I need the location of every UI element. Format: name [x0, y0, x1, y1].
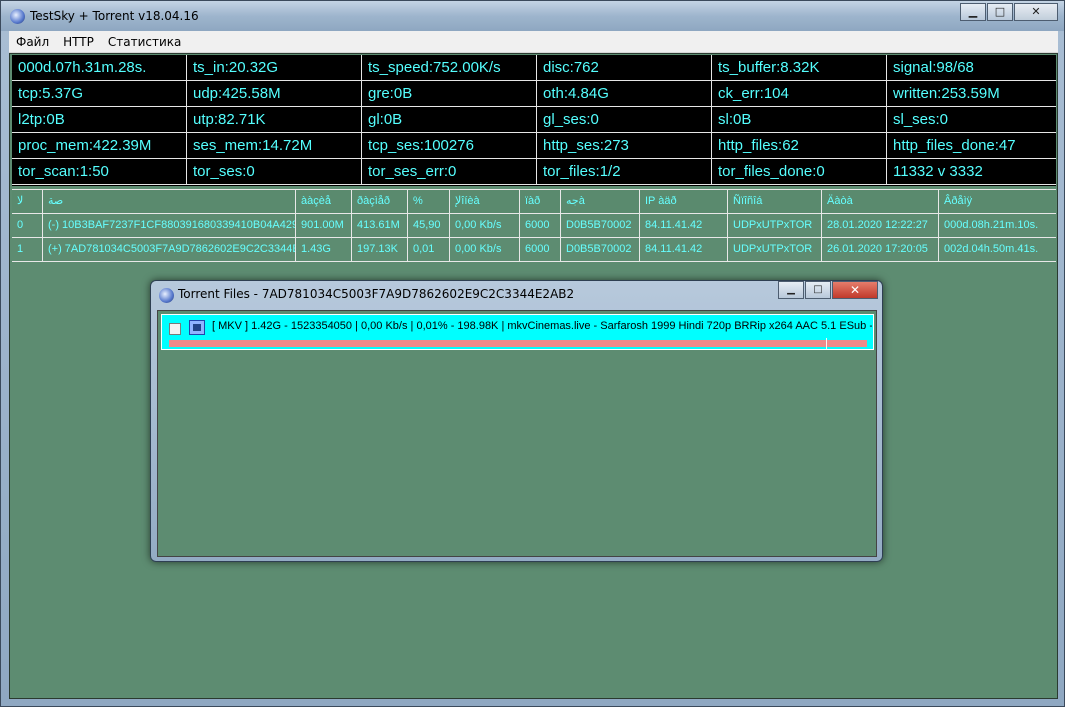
torrent-table: لا صة ààçèå ðàçìåð % لإîíèà ïàð جهà IP à…: [12, 189, 1056, 262]
stat-tor-ses-err: tor_ses_err:0: [362, 159, 537, 185]
stat-http-files: http_files:62: [712, 133, 887, 159]
stat-ts-in: ts_in:20.32G: [187, 55, 362, 81]
table-cell: 0: [12, 214, 43, 238]
stat-ts-buffer: ts_buffer:8.32K: [712, 55, 887, 81]
table-cell: 197.13K: [352, 238, 408, 262]
column-header[interactable]: %: [408, 190, 450, 213]
close-button[interactable]: ✕: [1014, 3, 1058, 21]
stat-tor-files: tor_files:1/2: [537, 159, 712, 185]
menu-http[interactable]: HTTP: [56, 35, 101, 49]
dialog-window-controls: ▁ □ ✕: [777, 281, 878, 299]
stat-gl-ses: gl_ses:0: [537, 107, 712, 133]
column-header[interactable]: صة: [43, 190, 296, 213]
stat-uptime: 000d.07h.31m.28s.: [12, 55, 187, 81]
file-description: [ MKV ] 1.42G - 1523354050 | 0,00 Kb/s |…: [212, 320, 872, 332]
stat-tcp: tcp:5.37G: [12, 81, 187, 107]
window-title: TestSky + Torrent v18.04.16: [30, 9, 199, 23]
stat-gl: gl:0B: [362, 107, 537, 133]
table-cell: 413.61M: [352, 214, 408, 238]
stat-ses-mem: ses_mem:14.72M: [187, 133, 362, 159]
table-cell: 1: [12, 238, 43, 262]
title-bar[interactable]: TestSky + Torrent v18.04.16 ▁ □ ✕: [1, 1, 1064, 31]
video-file-icon: [189, 320, 205, 335]
table-cell: UDPxUTPxTOR: [728, 214, 822, 238]
table-cell: 002d.04h.50m.41s.: [939, 238, 1056, 262]
column-header[interactable]: ðàçìåð: [352, 190, 408, 213]
maximize-button[interactable]: □: [987, 3, 1013, 21]
table-cell: 000d.08h.21m.10s.: [939, 214, 1056, 238]
column-header[interactable]: لا: [12, 190, 43, 213]
dialog-maximize-button[interactable]: □: [805, 281, 831, 299]
table-cell: 28.01.2020 12:22:27: [822, 214, 939, 238]
window-controls: ▁ □ ✕: [959, 3, 1058, 21]
stat-oth: oth:4.84G: [537, 81, 712, 107]
stat-http-files-done: http_files_done:47: [887, 133, 1056, 159]
file-progress-bar: [169, 340, 867, 347]
stat-l2tp: l2tp:0B: [12, 107, 187, 133]
column-header[interactable]: لإîíèà: [450, 190, 520, 213]
table-header: لا صة ààçèå ðàçìåð % لإîíèà ïàð جهà IP à…: [12, 189, 1056, 214]
stat-tor-scan: tor_scan:1:50: [12, 159, 187, 185]
table-cell: 45,90: [408, 214, 450, 238]
dialog-title[interactable]: Torrent Files - 7AD781034C5003F7A9D78626…: [178, 287, 574, 301]
menu-bar: Файл HTTP Статистика: [9, 31, 1058, 53]
table-cell: (+) 7AD781034C5003F7A9D7862602E9C2C3344E…: [43, 238, 296, 262]
file-list: [ MKV ] 1.42G - 1523354050 | 0,00 Kb/s |…: [157, 310, 877, 557]
stats-grid: 000d.07h.31m.28s. ts_in:20.32G ts_speed:…: [12, 55, 1056, 186]
stat-sl: sl:0B: [712, 107, 887, 133]
column-header[interactable]: Ñïîñîá: [728, 190, 822, 213]
stat-sl-ses: sl_ses:0: [887, 107, 1056, 133]
file-list-item[interactable]: [ MKV ] 1.42G - 1523354050 | 0,00 Kb/s |…: [161, 314, 874, 350]
table-cell: 1.43G: [296, 238, 352, 262]
torrent-files-dialog: Torrent Files - 7AD781034C5003F7A9D78626…: [150, 280, 883, 562]
stat-utp: utp:82.71K: [187, 107, 362, 133]
table-cell: 84.11.41.42: [640, 214, 728, 238]
table-cell: UDPxUTPxTOR: [728, 238, 822, 262]
table-cell: 84.11.41.42: [640, 238, 728, 262]
table-row[interactable]: 0 (-) 10B3BAF7237F1CF880391680339410B04A…: [12, 214, 1056, 238]
stat-udp: udp:425.58M: [187, 81, 362, 107]
stat-signal: signal:98/68: [887, 55, 1056, 81]
dialog-close-button[interactable]: ✕: [832, 281, 878, 299]
table-cell: D0B5B70002: [561, 214, 640, 238]
stat-http-ses: http_ses:273: [537, 133, 712, 159]
progress-marker: [826, 338, 827, 349]
minimize-button[interactable]: ▁: [960, 3, 986, 21]
column-header[interactable]: جهà: [561, 190, 640, 213]
app-icon: [159, 288, 174, 303]
table-row[interactable]: 1 (+) 7AD781034C5003F7A9D7862602E9C2C334…: [12, 238, 1056, 262]
column-header[interactable]: Âðåìÿ: [939, 190, 1056, 213]
app-icon: [10, 9, 25, 24]
stat-written: written:253.59M: [887, 81, 1056, 107]
stat-proc-mem: proc_mem:422.39M: [12, 133, 187, 159]
column-header[interactable]: Äàòà: [822, 190, 939, 213]
table-cell: D0B5B70002: [561, 238, 640, 262]
table-cell: 6000: [520, 214, 561, 238]
stat-tcp-ses: tcp_ses:100276: [362, 133, 537, 159]
stat-ts-speed: ts_speed:752.00K/s: [362, 55, 537, 81]
stat-ck-err: ck_err:104: [712, 81, 887, 107]
menu-file[interactable]: Файл: [9, 35, 56, 49]
table-cell: 0,00 Kb/s: [450, 238, 520, 262]
menu-statistics[interactable]: Статистика: [101, 35, 189, 49]
stat-gre: gre:0B: [362, 81, 537, 107]
file-checkbox[interactable]: [169, 323, 181, 335]
dialog-minimize-button[interactable]: ▁: [778, 281, 804, 299]
stat-tor-files-done: tor_files_done:0: [712, 159, 887, 185]
table-cell: 26.01.2020 17:20:05: [822, 238, 939, 262]
table-cell: 0,01: [408, 238, 450, 262]
table-cell: 901.00M: [296, 214, 352, 238]
stat-disc: disc:762: [537, 55, 712, 81]
table-cell: 6000: [520, 238, 561, 262]
table-cell: 0,00 Kb/s: [450, 214, 520, 238]
column-header[interactable]: ïàð: [520, 190, 561, 213]
column-header[interactable]: IP àäð: [640, 190, 728, 213]
stat-tor-ses: tor_ses:0: [187, 159, 362, 185]
stat-version: 11332 v 3332: [887, 159, 1056, 185]
table-cell: (-) 10B3BAF7237F1CF880391680339410B04A42…: [43, 214, 296, 238]
column-header[interactable]: ààçèå: [296, 190, 352, 213]
